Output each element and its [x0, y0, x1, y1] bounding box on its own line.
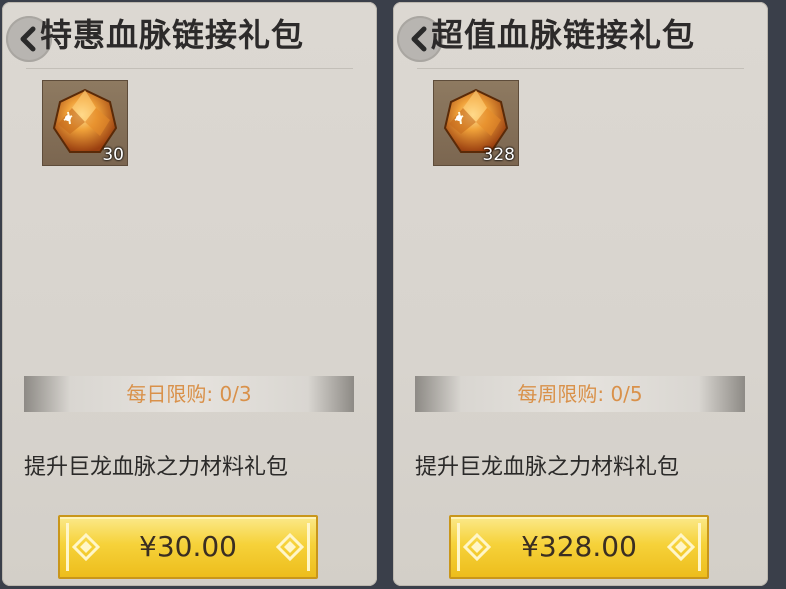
gift-pack-card-daily: 特惠血脉链接礼包 30 每日限购: 0/3 提升巨龙血脉之力材料礼包 ¥30.0… — [2, 2, 377, 586]
diamond-ornament-icon — [666, 523, 701, 571]
chevron-left-icon — [411, 26, 427, 52]
purchase-limit-bar: 每日限购: 0/3 — [24, 376, 354, 412]
gift-pack-card-weekly: 超值血脉链接礼包 328 每周限购: 0/5 提升巨龙血脉之力材料礼包 ¥328… — [393, 2, 768, 586]
pack-title: 超值血脉链接礼包 — [431, 16, 696, 54]
chevron-left-icon — [20, 26, 36, 52]
item-count: 328 — [482, 145, 515, 165]
purchase-limit-text: 每周限购: 0/5 — [517, 382, 643, 406]
buy-button[interactable]: ¥30.00 — [58, 515, 318, 579]
title-divider — [26, 68, 353, 69]
diamond-ornament-icon — [275, 523, 310, 571]
purchase-limit-bar: 每周限购: 0/5 — [415, 376, 745, 412]
pack-description: 提升巨龙血脉之力材料礼包 — [415, 455, 680, 480]
purchase-limit-text: 每日限购: 0/3 — [126, 382, 252, 406]
buy-button[interactable]: ¥328.00 — [449, 515, 709, 579]
pack-description: 提升巨龙血脉之力材料礼包 — [24, 455, 289, 480]
pack-title: 特惠血脉链接礼包 — [40, 16, 305, 54]
title-divider — [417, 68, 744, 69]
item-count: 30 — [102, 145, 124, 165]
reward-item-slot[interactable]: 30 — [42, 80, 128, 166]
reward-item-slot[interactable]: 328 — [433, 80, 519, 166]
